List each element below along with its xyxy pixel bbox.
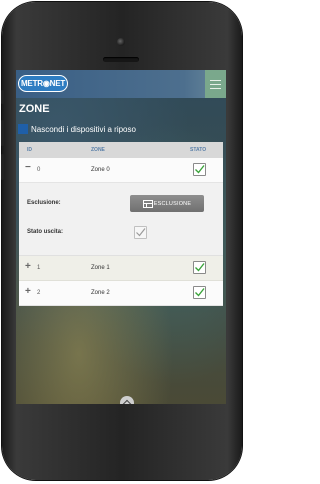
- status-checkbox[interactable]: [193, 163, 206, 176]
- header-status: STATO: [190, 147, 207, 153]
- volume-up-button: [1, 120, 4, 146]
- status-checkbox[interactable]: [193, 261, 206, 274]
- exclusion-button[interactable]: ESCLUSIONE: [130, 195, 204, 212]
- menu-icon: [210, 80, 221, 81]
- mute-switch: [1, 90, 4, 104]
- check-icon: [136, 228, 146, 237]
- output-state-checkbox[interactable]: [134, 226, 147, 239]
- hide-resting-toggle[interactable]: Nascondi i dispositivi a riposo: [18, 122, 136, 136]
- app-header: METR◉NET: [16, 70, 226, 98]
- status-checkbox[interactable]: [193, 286, 206, 299]
- zone-id: 0: [37, 167, 41, 173]
- collapse-icon[interactable]: −: [25, 162, 31, 173]
- zone-name: Zone 1: [91, 265, 110, 271]
- zone-name: Zone 0: [91, 167, 110, 173]
- exclusion-button-label: ESCLUSIONE: [153, 200, 192, 207]
- header-zone: ZONE: [91, 147, 105, 153]
- zone-id: 2: [37, 290, 41, 296]
- volume-down-button: [1, 154, 4, 180]
- check-icon: [195, 288, 205, 297]
- check-icon: [195, 165, 205, 174]
- zone-detail-panel: Esclusione: ESCLUSIONE Stato uscita:: [19, 183, 223, 256]
- zone-name: Zone 2: [91, 290, 110, 296]
- zones-table: ID ZONE STATO − 0 Zone 0 Esclusione: ESC…: [19, 142, 223, 306]
- header-id: ID: [27, 147, 32, 153]
- expand-icon[interactable]: +: [25, 286, 31, 297]
- hide-resting-checkbox[interactable]: [18, 124, 28, 134]
- menu-icon-line: [210, 88, 221, 89]
- page-title: ZONE: [19, 103, 50, 115]
- earpiece-speaker: [103, 57, 139, 62]
- expand-icon[interactable]: +: [25, 261, 31, 272]
- app-screen: METR◉NET ZONE Nascondi i dispositivi a r…: [16, 70, 226, 404]
- phone-frame: METR◉NET ZONE Nascondi i dispositivi a r…: [1, 2, 242, 480]
- chevron-up-icon: [122, 399, 132, 404]
- scroll-up-button[interactable]: [120, 396, 134, 404]
- zone-id: 1: [37, 265, 41, 271]
- table-header: ID ZONE STATO: [19, 142, 223, 158]
- exclusion-label: Esclusione:: [27, 200, 61, 206]
- hamburger-menu-button[interactable]: [205, 70, 226, 98]
- table-row[interactable]: + 1 Zone 1: [19, 256, 223, 281]
- table-row[interactable]: + 2 Zone 2: [19, 281, 223, 306]
- check-icon: [195, 263, 205, 272]
- table-icon: [142, 199, 153, 208]
- front-camera: [117, 38, 125, 46]
- menu-icon-line: [210, 84, 221, 85]
- app-logo: METR◉NET: [18, 75, 68, 92]
- table-row[interactable]: − 0 Zone 0: [19, 158, 223, 183]
- hide-resting-label: Nascondi i dispositivi a riposo: [31, 124, 136, 134]
- output-state-label: Stato uscita:: [27, 229, 64, 235]
